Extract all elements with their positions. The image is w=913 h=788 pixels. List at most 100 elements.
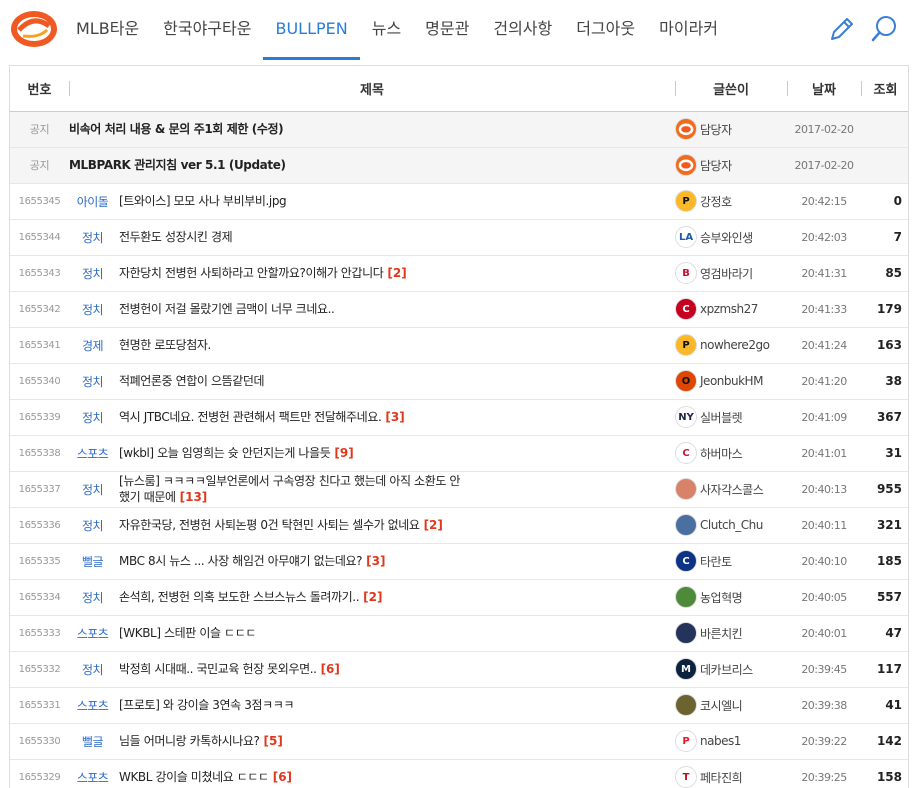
post-category[interactable]: 정치 [69,507,116,543]
post-category[interactable]: 스포츠 [69,759,116,788]
author-name: 승부와인생 [700,230,753,245]
post-title-link[interactable]: 박정희 시대때.. 국민교육 헌장 못외우면.. [6] [119,661,464,677]
author-link[interactable]: 코시엘니 [675,694,787,716]
post-title: [WKBL] 스테판 이슬 ㄷㄷㄷ [119,626,256,640]
nav-item-5[interactable]: 건의사항 [481,0,564,60]
author-name: nowhere2go [700,338,770,352]
post-title-link[interactable]: 적폐언론중 연합이 으뜸같던데 [119,373,464,389]
post-category[interactable]: 정치 [69,651,116,687]
author-link[interactable]: NY 실버블렛 [675,406,787,428]
post-title-link[interactable]: MLBPARK 관리지침 ver 5.1 (Update) [69,157,414,173]
team-emblem-icon: B [675,262,698,284]
author-name: 담당자 [700,158,732,173]
table-row: 1655345 아이돌 [트와이스] 모모 사나 부비부비.jpg P 강정호 20:42… [10,183,908,219]
author-link[interactable]: Clutch_Chu [675,514,787,536]
post-title-link[interactable]: [WKBL] 스테판 이슬 ㄷㄷㄷ [119,625,464,641]
post-date: 20:41:31 [801,266,847,280]
post-author-cell: 농업혁명 [675,579,787,615]
author-link[interactable]: Pnabes1 [675,730,787,752]
post-title-cell: 전병헌이 저걸 몰랐기엔 금맥이 너무 크네요.. [116,291,675,327]
author-link[interactable]: LA 승부와인생 [675,226,787,248]
post-title-link[interactable]: WKBL 강이슬 미쳤네요 ㄷㄷㄷ [6] [119,769,464,785]
post-category[interactable]: 정치 [69,579,116,615]
post-category[interactable]: 스포츠 [69,615,116,651]
post-date: 20:41:33 [801,302,847,316]
search-icon[interactable] [871,14,899,44]
author-link[interactable]: T 페타진희 [675,766,787,788]
team-emblem-icon: T [675,766,698,788]
mlbpark-logo-icon[interactable] [9,8,59,48]
nav-item-1[interactable]: 한국야구타운 [151,0,263,60]
post-title: 적폐언론중 연합이 으뜸같던데 [119,374,265,388]
author-link[interactable]: 사자각스콜스 [675,478,787,500]
post-title-link[interactable]: 비속어 처리 내용 & 문의 주1회 제한 (수정) [69,121,414,137]
post-title-link[interactable]: 손석희, 전병헌 의혹 보도한 스브스뉴스 돌려까기.. [2] [119,589,464,605]
post-table: 번호 제목 글쓴이 날짜 조회 공지 비속어 처리 내용 & 문의 주1회 제한 … [10,66,908,788]
post-title-link[interactable]: 현명한 로또당첨자. [119,337,464,353]
post-author-cell: T 페타진희 [675,759,787,788]
author-link[interactable]: 바른치킨 [675,622,787,644]
nav-item-6[interactable]: 더그아웃 [564,0,647,60]
author-link[interactable]: M 데카브리스 [675,658,787,680]
post-category[interactable]: 정치 [69,219,116,255]
post-date: 20:42:15 [801,194,847,208]
post-number: 1655329 [18,771,61,783]
post-title-link[interactable]: [wkbl] 오늘 임영희는 슛 안던지는게 나을듯 [9] [119,445,464,461]
nav-item-4[interactable]: 명문관 [413,0,481,60]
post-category[interactable]: 정치 [69,471,116,507]
post-title-cell: 적폐언론중 연합이 으뜸같던데 [116,363,675,399]
post-category[interactable]: 스포츠 [69,687,116,723]
post-title-cell: [wkbl] 오늘 임영희는 슛 안던지는게 나을듯 [9] [116,435,675,471]
author-link[interactable]: O JeonbukHM [675,370,787,392]
post-author-cell: C 타란토 [675,543,787,579]
post-category[interactable]: 정치 [69,399,116,435]
author-link[interactable]: 담당자 [675,154,787,176]
post-category[interactable]: 정치 [69,291,116,327]
comment-count: [2] [363,590,383,604]
post-title-link[interactable]: 자유한국당, 전병헌 사퇴논평 0건 탁현민 사퇴는 셀수가 없네요 [2] [119,517,464,533]
post-title-link[interactable]: [트와이스] 모모 사나 부비부비.jpg [119,193,464,209]
author-link[interactable]: Pnowhere2go [675,334,787,356]
post-number: 1655345 [18,195,61,207]
post-category[interactable]: 뻘글 [69,723,116,759]
post-title-link[interactable]: 역시 JTBC네요. 전병헌 관련해서 팩트만 전달해주네요. [3] [119,409,464,425]
nav-item-2[interactable]: BULLPEN [263,0,360,60]
post-title-link[interactable]: MBC 8시 뉴스 ... 사장 해임건 아무얘기 없는데요? [3] [119,553,464,569]
post-title-link[interactable]: 님들 어머니랑 카톡하시나요? [5] [119,733,464,749]
post-title-link[interactable]: [뉴스룸] ㅋㅋㅋㅋ일부언론에서 구속영장 친다고 했는데 아직 소환도 안했기… [119,473,464,505]
post-title-link[interactable]: [프로토] 와 강이슬 3연속 3점ㅋㅋㅋ [119,697,464,713]
nav-item-3[interactable]: 뉴스 [360,0,413,60]
post-title-cell: WKBL 강이슬 미쳤네요 ㄷㄷㄷ [6] [116,759,675,788]
post-title-link[interactable]: 전병헌이 저걸 몰랐기엔 금맥이 너무 크네요.. [119,301,464,317]
team-emblem-icon: LA [675,226,698,248]
post-author-cell: NY 실버블렛 [675,399,787,435]
post-category[interactable]: 경제 [69,327,116,363]
author-link[interactable]: 농업혁명 [675,586,787,608]
post-category[interactable]: 스포츠 [69,435,116,471]
nav-item-0[interactable]: MLB타운 [64,0,151,60]
author-link[interactable]: C 하버마스 [675,442,787,464]
post-category[interactable]: 정치 [69,363,116,399]
post-title: [wkbl] 오늘 임영희는 슛 안던지는게 나을듯 [119,446,331,460]
comment-count: [13] [179,490,208,504]
post-title-link[interactable]: 자한당치 전병헌 사퇴하라고 안할까요?이해가 안갑니다 [2] [119,265,464,281]
post-date: 20:41:24 [801,338,847,352]
author-link[interactable]: P 강정호 [675,190,787,212]
post-date: 2017-02-20 [794,158,854,172]
top-navigation: MLB타운 한국야구타운 BULLPEN 뉴스 명문관 건의사항 더그아웃 마이라커 [0,0,913,60]
nav-item-7[interactable]: 마이라커 [647,0,730,60]
post-title-cell: MLBPARK 관리지침 ver 5.1 (Update) [69,147,675,183]
post-title-link[interactable]: 전두환도 성장시킨 경제 [119,229,464,245]
post-author-cell: 사자각스콜스 [675,471,787,507]
author-link[interactable]: Cxpzmsh27 [675,298,787,320]
author-link[interactable]: C 타란토 [675,550,787,572]
post-category[interactable]: 정치 [69,255,116,291]
post-views: 85 [885,266,903,280]
author-name: Clutch_Chu [700,518,763,532]
author-link[interactable]: 담당자 [675,118,787,140]
pencil-icon[interactable] [827,14,855,44]
post-title-cell: 전두환도 성장시킨 경제 [116,219,675,255]
post-category[interactable]: 아이돌 [69,183,116,219]
author-link[interactable]: B 영검바라기 [675,262,787,284]
post-category[interactable]: 뻘글 [69,543,116,579]
